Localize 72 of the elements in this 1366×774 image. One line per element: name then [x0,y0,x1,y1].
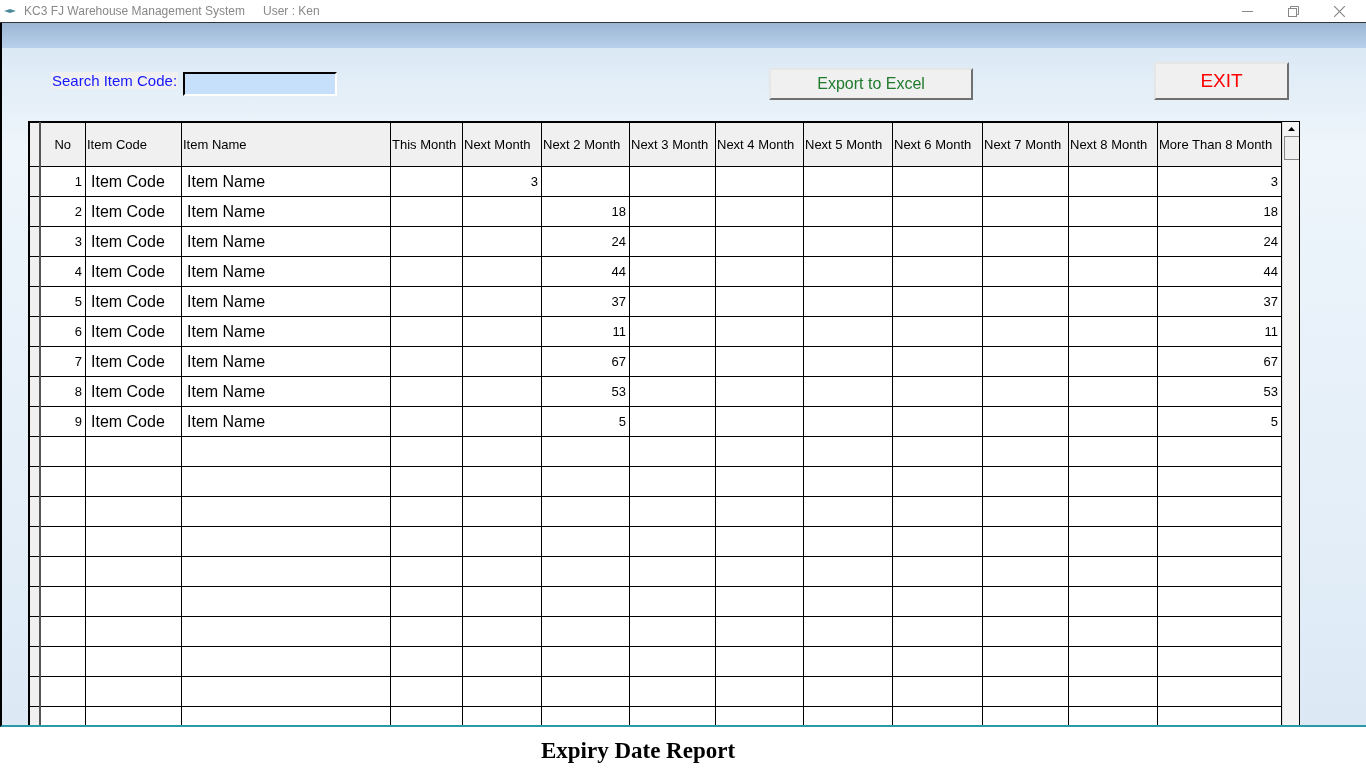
table-cell: Item Code [85,166,182,197]
report-title: Expiry Date Report [540,737,736,764]
column-header[interactable]: Next 4 Month [715,122,804,167]
row-number: 4 [39,256,86,287]
table-cell: 24 [541,226,630,257]
row-number: 6 [39,316,86,347]
table-cell: Item Code [85,316,182,347]
table-cell: 18 [541,196,630,227]
column-header[interactable]: Next 7 Month [982,122,1069,167]
restore-icon[interactable] [1287,5,1299,17]
column-header[interactable]: Next 3 Month [629,122,716,167]
search-label: Search Item Code: [51,72,179,89]
table-cell: 44 [1157,256,1282,287]
app-icon [4,8,16,14]
close-icon[interactable] [1333,5,1345,17]
table-cell: 44 [541,256,630,287]
column-header[interactable]: Next 2 Month [541,122,630,167]
column-header[interactable]: More Than 8 Month [1157,122,1282,167]
table-cell: 67 [1157,346,1282,377]
column-header[interactable]: Next Month [462,122,542,167]
table-cell: Item Name [181,406,391,437]
table-cell: 11 [541,316,630,347]
column-header[interactable]: No [39,122,86,167]
row-number: 2 [39,196,86,227]
table-cell: 3 [462,166,542,197]
column-header[interactable]: Next 8 Month [1068,122,1158,167]
table-cell: Item Name [181,226,391,257]
table-cell: 18 [1157,196,1282,227]
table-cell: 53 [1157,376,1282,407]
row-number: 5 [39,286,86,317]
table-cell: Item Name [181,196,391,227]
table-cell: Item Code [85,376,182,407]
table-cell: Item Code [85,346,182,377]
scrollbar-thumb[interactable] [1284,136,1299,160]
minimize-icon[interactable] [1241,10,1253,12]
vertical-scrollbar[interactable] [1282,122,1299,725]
column-header[interactable]: This Month [390,122,463,167]
column-header[interactable]: Next 6 Month [892,122,983,167]
column-header[interactable]: Item Code [85,122,182,167]
table-cell: Item Name [181,256,391,287]
table-cell: 37 [1157,286,1282,317]
table-cell: Item Name [181,166,391,197]
table-cell: 11 [1157,316,1282,347]
window-title: KC3 FJ Warehouse Management System [24,4,245,18]
row-number: 9 [39,406,86,437]
search-field[interactable] [183,72,338,96]
row-number: 3 [39,226,86,257]
table-cell: Item Name [181,286,391,317]
table-cell: Item Name [181,316,391,347]
scroll-up-icon[interactable] [1288,127,1295,131]
column-header[interactable]: Item Name [181,122,391,167]
exit-button[interactable]: EXIT [1154,62,1290,100]
table-cell: 5 [541,406,630,437]
row-number: 1 [39,166,86,197]
table-cell: 53 [541,376,630,407]
table-cell: 5 [1157,406,1282,437]
table-cell: Item Code [85,406,182,437]
export-button[interactable]: Export to Excel [769,68,974,100]
table-cell: Item Name [181,376,391,407]
table-cell: 24 [1157,226,1282,257]
user-label: User : Ken [263,4,320,18]
table-cell: Item Code [85,256,182,287]
table-cell: Item Code [85,286,182,317]
table-cell: Item Name [181,346,391,377]
column-header[interactable]: Next 5 Month [803,122,893,167]
table-cell: Item Code [85,226,182,257]
table-cell: 37 [541,286,630,317]
row-number: 8 [39,376,86,407]
table-cell: Item Code [85,196,182,227]
row-number: 7 [39,346,86,377]
table-cell: 67 [541,346,630,377]
table-cell: 3 [1157,166,1282,197]
